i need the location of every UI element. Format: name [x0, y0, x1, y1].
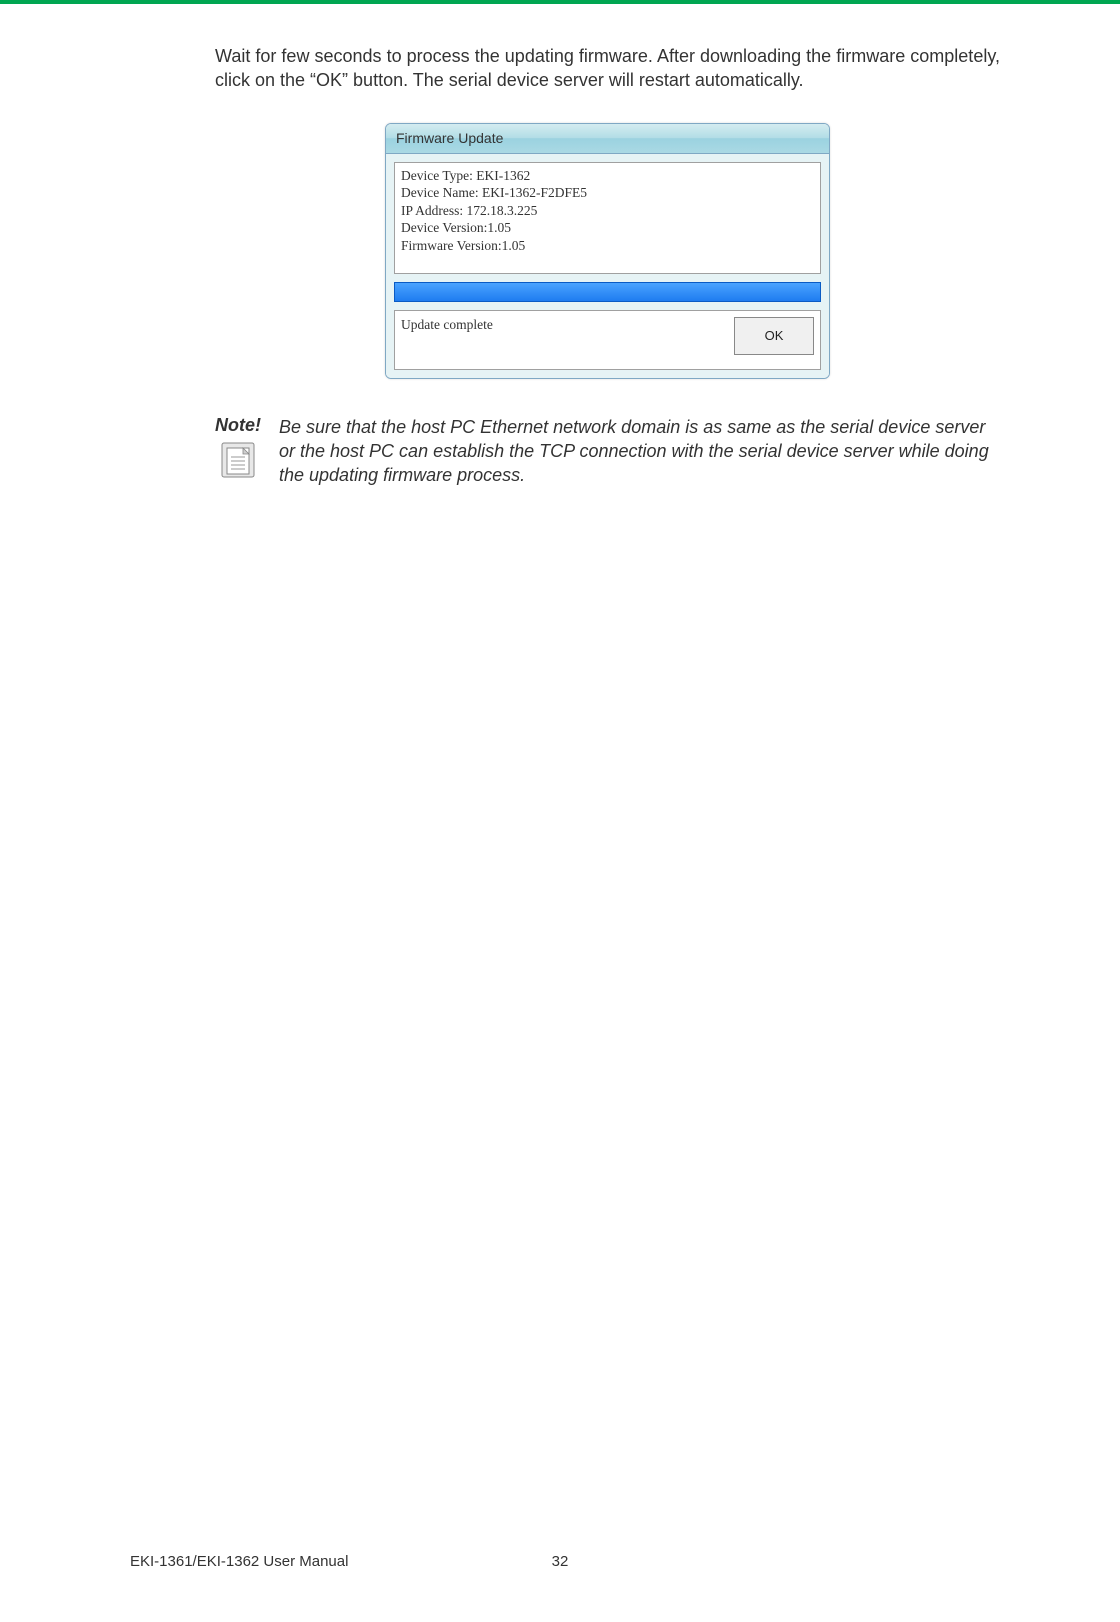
page-top-accent-bar — [0, 0, 1120, 4]
device-info-box: Device Type: EKI-1362 Device Name: EKI-1… — [394, 162, 821, 274]
dialog-body: Device Type: EKI-1362 Device Name: EKI-1… — [386, 154, 829, 378]
note-label: Note! — [215, 415, 261, 436]
note-text: Be sure that the host PC Ethernet networ… — [279, 415, 1000, 488]
progress-bar — [394, 282, 821, 302]
footer-manual-title: EKI-1361/EKI-1362 User Manual — [130, 1553, 348, 1570]
dialog-title: Firmware Update — [396, 130, 503, 146]
page-footer: EKI-1361/EKI-1362 User Manual 32 — [130, 1553, 990, 1570]
info-device-type: Device Type: EKI-1362 — [401, 167, 814, 185]
firmware-update-dialog: Firmware Update Device Type: EKI-1362 De… — [385, 123, 830, 379]
note-label-column: Note! — [215, 415, 261, 488]
main-content: Wait for few seconds to process the upda… — [215, 44, 1000, 487]
ok-button[interactable]: OK — [734, 317, 814, 355]
info-device-name: Device Name: EKI-1362-F2DFE5 — [401, 184, 814, 202]
dialog-titlebar: Firmware Update — [386, 124, 829, 154]
instruction-paragraph: Wait for few seconds to process the upda… — [215, 44, 1000, 93]
info-ip-address: IP Address: 172.18.3.225 — [401, 202, 814, 220]
info-firmware-version: Firmware Version:1.05 — [401, 237, 814, 255]
status-text: Update complete — [401, 315, 493, 333]
status-row: Update complete OK — [394, 310, 821, 370]
footer-page-number: 32 — [552, 1553, 569, 1570]
note-icon — [221, 442, 255, 478]
info-device-version: Device Version:1.05 — [401, 219, 814, 237]
note-block: Note! Be sure that the host PC Ethernet … — [215, 415, 1000, 488]
